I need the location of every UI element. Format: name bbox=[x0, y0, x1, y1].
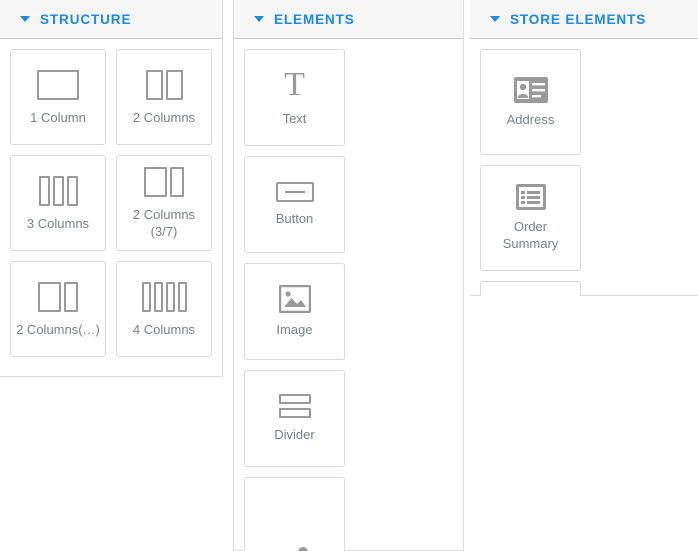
structure-tile-label: 3 Columns bbox=[26, 215, 90, 231]
element-tile-divider[interactable]: Divider bbox=[244, 370, 345, 467]
address-card-icon bbox=[513, 76, 548, 103]
panel-header-structure[interactable]: STRUCTURE bbox=[0, 0, 222, 39]
panel-title-structure: STRUCTURE bbox=[40, 11, 132, 27]
panel-title-elements: ELEMENTS bbox=[274, 11, 355, 27]
structure-tile-4-columns[interactable]: 4 Columns bbox=[116, 261, 212, 357]
panel-gap-left bbox=[223, 0, 233, 551]
element-tile-label: Image bbox=[276, 322, 313, 337]
panel-structure: STRUCTURE 1 Column 2 Columns 3 Columns 2… bbox=[0, 0, 223, 377]
element-tile-label: Divider bbox=[274, 427, 315, 442]
structure-tile-3-columns[interactable]: 3 Columns bbox=[10, 155, 106, 251]
structure-tile-label: 2 Columns (3/7) bbox=[132, 207, 196, 239]
structure-tile-2-columns-truncated[interactable]: 2 Columns(…) bbox=[10, 261, 106, 357]
structure-tile-label: 2 Columns(…) bbox=[16, 321, 100, 337]
element-tile-text[interactable]: T Text bbox=[244, 49, 345, 146]
structure-tile-label: 2 Columns bbox=[132, 109, 196, 125]
email-builder-sidebar: STRUCTURE 1 Column 2 Columns 3 Columns 2… bbox=[0, 0, 698, 551]
structure-tile-label: 1 Column bbox=[30, 109, 86, 125]
two-columns-icon bbox=[145, 69, 183, 101]
store-tile-label: Order Summary bbox=[502, 219, 559, 251]
share-icon bbox=[280, 546, 310, 551]
elements-tile-grid: T Text Button Image Divider bbox=[234, 39, 463, 551]
panel-store-elements: STORE ELEMENTS Address Order Summary bbox=[470, 0, 698, 387]
button-icon bbox=[275, 182, 314, 202]
panel-header-elements[interactable]: ELEMENTS bbox=[234, 0, 463, 39]
one-column-icon bbox=[37, 69, 79, 101]
store-tile-label: Address bbox=[506, 111, 555, 127]
order-summary-icon bbox=[515, 184, 546, 210]
panel-elements: ELEMENTS T Text Button Image Divider bbox=[233, 0, 464, 551]
four-columns-icon bbox=[141, 281, 187, 313]
element-tile-group-social[interactable]: Group Social bbox=[244, 477, 345, 551]
divider-icon bbox=[278, 394, 311, 418]
panel-header-store-elements[interactable]: STORE ELEMENTS bbox=[470, 0, 698, 39]
caret-down-icon bbox=[254, 16, 264, 22]
structure-tile-1-column[interactable]: 1 Column bbox=[10, 49, 106, 145]
store-tile-order-summary[interactable]: Order Summary bbox=[480, 165, 581, 271]
structure-tile-label: 4 Columns bbox=[132, 321, 196, 337]
store-tile-address[interactable]: Address bbox=[480, 49, 581, 155]
panel-title-store-elements: STORE ELEMENTS bbox=[510, 11, 647, 27]
structure-tile-grid: 1 Column 2 Columns 3 Columns 2 Columns (… bbox=[0, 39, 222, 367]
empty-area-below-store bbox=[470, 296, 698, 551]
text-icon: T bbox=[284, 66, 305, 103]
element-tile-label: Text bbox=[282, 111, 307, 126]
element-tile-button[interactable]: Button bbox=[244, 156, 345, 253]
caret-down-icon bbox=[20, 16, 30, 22]
three-columns-icon bbox=[38, 175, 78, 207]
element-tile-image[interactable]: Image bbox=[244, 263, 345, 360]
two-columns-truncated-icon bbox=[38, 281, 78, 313]
element-tile-label: Button bbox=[275, 211, 314, 226]
image-icon bbox=[278, 285, 311, 313]
two-columns-37-icon bbox=[144, 166, 184, 198]
structure-tile-2-columns-37[interactable]: 2 Columns (3/7) bbox=[116, 155, 212, 251]
structure-tile-2-columns[interactable]: 2 Columns bbox=[116, 49, 212, 145]
caret-down-icon bbox=[490, 16, 500, 22]
empty-area-below-structure bbox=[0, 377, 223, 551]
